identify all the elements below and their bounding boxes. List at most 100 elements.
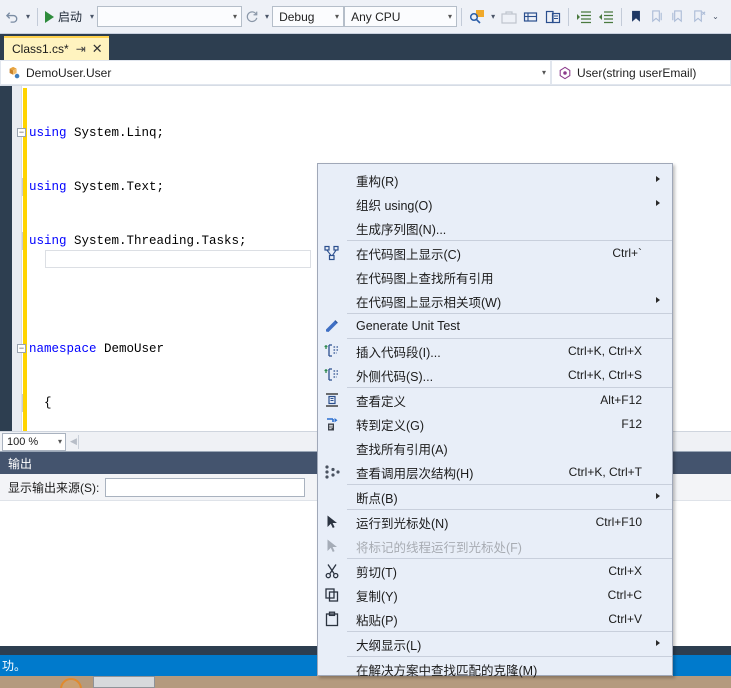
context-menu-item[interactable]: 在代码图上显示相关项(W): [318, 289, 672, 313]
outline-collapse-icon[interactable]: −: [17, 128, 26, 137]
editor-context-menu[interactable]: 重构(R) 组织 using(O) 生成序列图(N)... 在代码图上显示(C) Ctr…: [317, 163, 673, 678]
status-bar-text: 功。: [2, 659, 27, 673]
context-menu-item[interactable]: 查看定义 Alt+F12: [318, 388, 672, 412]
context-menu-item[interactable]: 粘贴(P) Ctrl+V: [318, 607, 672, 631]
solution-configuration-combo[interactable]: Debug ▾: [272, 6, 345, 27]
run-flagged-icon: [323, 538, 341, 554]
taskbar-app-icon[interactable]: [60, 678, 82, 688]
startup-project-combo[interactable]: ▾: [97, 6, 243, 27]
indent-icon[interactable]: [573, 5, 595, 29]
member-dropdown[interactable]: User(string userEmail): [551, 60, 731, 85]
play-icon: [45, 10, 55, 23]
outdent-icon[interactable]: [595, 5, 617, 29]
next-bookmark-icon[interactable]: [667, 5, 688, 29]
context-menu-item-shortcut: Ctrl+C: [607, 588, 642, 602]
paste-icon: [323, 611, 341, 627]
editor-change-bar: [23, 88, 27, 431]
toolbar-separator: [568, 7, 570, 26]
start-debug-button[interactable]: 启动: [42, 5, 87, 29]
toolbox-icon[interactable]: [498, 5, 520, 29]
context-menu-item[interactable]: 转到定义(G) F12: [318, 412, 672, 436]
context-menu-item[interactable]: 大纲显示(L): [318, 632, 672, 656]
context-menu-item[interactable]: 查找所有引用(A): [318, 436, 672, 460]
undo-icon[interactable]: [2, 5, 23, 29]
bookmark-icon[interactable]: [626, 5, 646, 29]
context-menu-item-label: 在代码图上查找所有引用: [356, 271, 494, 286]
context-menu-item[interactable]: 运行到光标处(N) Ctrl+F10: [318, 510, 672, 534]
properties-window-icon[interactable]: [520, 5, 542, 29]
pin-icon[interactable]: ⇥: [76, 42, 86, 56]
output-source-label: 显示输出来源(S):: [8, 480, 100, 495]
context-menu-item[interactable]: 查看调用层次结构(H) Ctrl+K, Ctrl+T: [318, 460, 672, 484]
submenu-arrow-icon: [656, 493, 660, 499]
scroll-left-icon[interactable]: ◀: [70, 436, 77, 447]
chevron-down-icon: ▾: [448, 12, 453, 21]
context-menu-item-label: 在代码图上显示相关项(W): [356, 295, 502, 310]
context-menu-item[interactable]: 插入代码段(I)... Ctrl+K, Ctrl+X: [318, 339, 672, 363]
context-menu-item-label: 查看调用层次结构(H): [356, 466, 474, 481]
solution-explorer-icon[interactable]: [542, 5, 564, 29]
context-menu-item-shortcut: Ctrl+K, Ctrl+T: [568, 465, 642, 479]
context-menu-item-shortcut: Ctrl+K, Ctrl+X: [567, 344, 642, 358]
code-line: using System.Text;: [22, 178, 322, 196]
clear-bookmarks-icon[interactable]: [688, 5, 709, 29]
type-dropdown[interactable]: DemoUser.User ▾: [0, 60, 551, 85]
solution-platform-combo[interactable]: Any CPU ▾: [344, 6, 458, 27]
solution-configuration-value: Debug: [279, 9, 315, 24]
close-icon[interactable]: ✕: [92, 41, 103, 57]
find-dropdown-caret[interactable]: ▾: [488, 12, 498, 21]
chevron-down-icon: ▾: [233, 12, 238, 21]
context-menu-item-label: 运行到光标处(N): [356, 516, 449, 531]
editor-indicator-margin: [12, 86, 22, 431]
outline-guide: [22, 394, 23, 412]
tab-label: Class1.cs*: [12, 42, 69, 56]
submenu-arrow-icon: [656, 297, 660, 303]
context-menu-item[interactable]: Generate Unit Test: [318, 314, 672, 338]
code-line: using System.Threading.Tasks;: [22, 232, 322, 250]
start-dropdown-caret[interactable]: ▾: [87, 12, 97, 21]
call-hierarchy-icon: [323, 464, 341, 480]
find-in-files-icon[interactable]: [466, 5, 488, 29]
chevron-down-icon: ▾: [541, 68, 546, 77]
refresh-icon[interactable]: [242, 5, 262, 29]
context-menu-item[interactable]: 在解决方案中查找匹配的克隆(M): [318, 657, 672, 681]
output-source-combo[interactable]: [105, 477, 306, 497]
context-menu-item[interactable]: 复制(Y) Ctrl+C: [318, 583, 672, 607]
context-menu-item-label: 外侧代码(S)...: [356, 369, 434, 384]
current-line-highlight: [45, 250, 311, 268]
prev-bookmark-icon[interactable]: [646, 5, 667, 29]
refresh-dropdown-caret[interactable]: ▾: [262, 12, 272, 21]
context-menu-item-label: 剪切(T): [356, 565, 397, 580]
zoom-level-combo[interactable]: 100 % ▾: [2, 432, 66, 451]
undo-dropdown-caret[interactable]: ▾: [23, 12, 33, 21]
context-menu-item[interactable]: 在代码图上显示(C) Ctrl+`: [318, 241, 672, 265]
context-menu-item[interactable]: 组织 using(O): [318, 192, 672, 216]
output-pane-title: 输出: [8, 456, 33, 471]
context-menu-item[interactable]: 断点(B): [318, 485, 672, 509]
submenu-arrow-icon: [656, 176, 660, 182]
context-menu-item-label: 转到定义(G): [356, 418, 425, 433]
context-menu-items: 重构(R) 组织 using(O) 生成序列图(N)... 在代码图上显示(C) Ctr…: [318, 168, 672, 681]
class-icon: [7, 66, 21, 80]
context-menu-item-shortcut: Ctrl+F10: [595, 515, 642, 529]
context-menu-item[interactable]: 在代码图上查找所有引用: [318, 265, 672, 289]
context-menu-item-label: 查找所有引用(A): [356, 442, 448, 457]
context-menu-item-label: 断点(B): [356, 491, 398, 506]
context-menu-item[interactable]: 外侧代码(S)... Ctrl+K, Ctrl+S: [318, 363, 672, 387]
outline-guide: [22, 178, 23, 196]
context-menu-item[interactable]: 剪切(T) Ctrl+X: [318, 559, 672, 583]
tab-class1-cs[interactable]: Class1.cs* ⇥ ✕: [4, 36, 109, 60]
context-menu-item-shortcut: Ctrl+`: [612, 246, 642, 260]
context-menu-item[interactable]: 生成序列图(N)...: [318, 216, 672, 240]
taskbar-window-thumbnail[interactable]: [93, 676, 155, 688]
context-menu-item-label: 粘贴(P): [356, 613, 398, 628]
method-icon: [558, 66, 572, 80]
toolbar-overflow-icon[interactable]: ⌄: [709, 12, 722, 21]
context-menu-item-label: 生成序列图(N)...: [356, 222, 447, 237]
context-menu-item-shortcut: Ctrl+V: [608, 612, 642, 626]
scrollbar-thumb[interactable]: [78, 434, 79, 449]
code-line: − using System.Linq;: [17, 126, 165, 140]
outline-collapse-icon[interactable]: −: [17, 344, 26, 353]
context-menu-item-label: Generate Unit Test: [356, 319, 460, 333]
context-menu-item[interactable]: 重构(R): [318, 168, 672, 192]
